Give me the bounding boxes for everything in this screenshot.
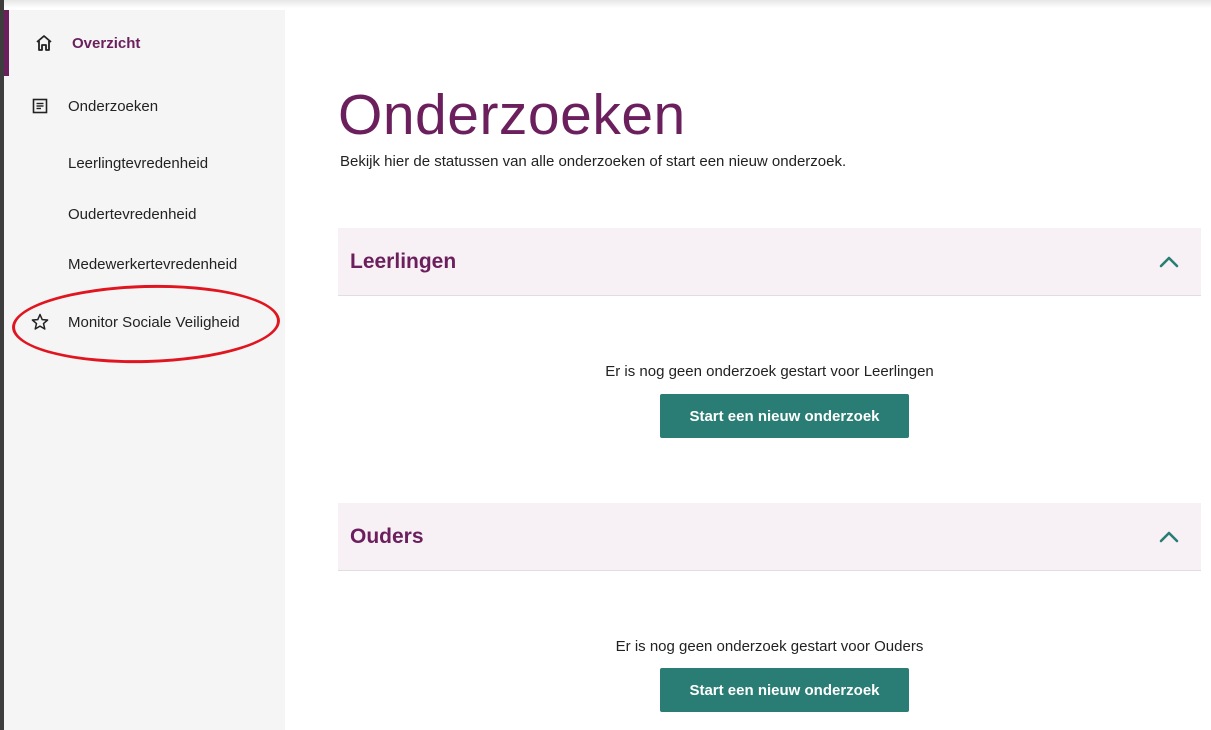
section-title: Leerlingen xyxy=(350,249,457,273)
section-header-ouders[interactable]: Ouders xyxy=(338,503,1201,571)
empty-state-text: Er is nog geen onderzoek gestart voor Le… xyxy=(605,363,934,380)
sidebar-item-monitor-sociale-veiligheid[interactable]: Monitor Sociale Veiligheid xyxy=(4,304,285,340)
sidebar-item-label: Monitor Sociale Veiligheid xyxy=(68,313,240,331)
sidebar-item-medewerkertevredenheid[interactable]: Medewerkertevredenheid xyxy=(68,256,237,273)
empty-state-text: Er is nog geen onderzoek gestart voor Ou… xyxy=(615,638,924,655)
sidebar-item-onderzoeken[interactable]: Onderzoeken xyxy=(4,88,285,124)
page-subtitle: Bekijk hier de statussen van alle onderz… xyxy=(340,153,847,170)
active-indicator xyxy=(4,10,9,76)
sidebar-item-label: Onderzoeken xyxy=(68,97,159,115)
top-border xyxy=(0,0,1211,8)
start-new-survey-button[interactable]: Start een nieuw onderzoek xyxy=(660,668,909,712)
sidebar-item-oudertevredenheid[interactable]: Oudertevredenheid xyxy=(68,206,196,223)
sidebar: Overzicht Onderzoeken Leerlingtevredenhe… xyxy=(4,10,285,730)
home-icon xyxy=(34,33,54,53)
start-new-survey-button[interactable]: Start een nieuw onderzoek xyxy=(660,394,909,438)
app-frame: Overzicht Onderzoeken Leerlingtevredenhe… xyxy=(0,0,1211,730)
document-icon xyxy=(30,96,50,116)
chevron-up-icon[interactable] xyxy=(1157,525,1181,549)
main-content: Onderzoeken Bekijk hier de statussen van… xyxy=(285,10,1211,730)
sidebar-item-overzicht[interactable]: Overzicht xyxy=(4,10,285,76)
section-header-leerlingen[interactable]: Leerlingen xyxy=(338,228,1201,296)
section-title: Ouders xyxy=(350,524,424,548)
sidebar-item-leerlingtevredenheid[interactable]: Leerlingtevredenheid xyxy=(68,155,208,172)
chevron-up-icon[interactable] xyxy=(1157,250,1181,274)
page-title: Onderzoeken xyxy=(338,83,686,147)
star-icon xyxy=(30,312,50,332)
sidebar-item-label: Overzicht xyxy=(72,34,141,52)
